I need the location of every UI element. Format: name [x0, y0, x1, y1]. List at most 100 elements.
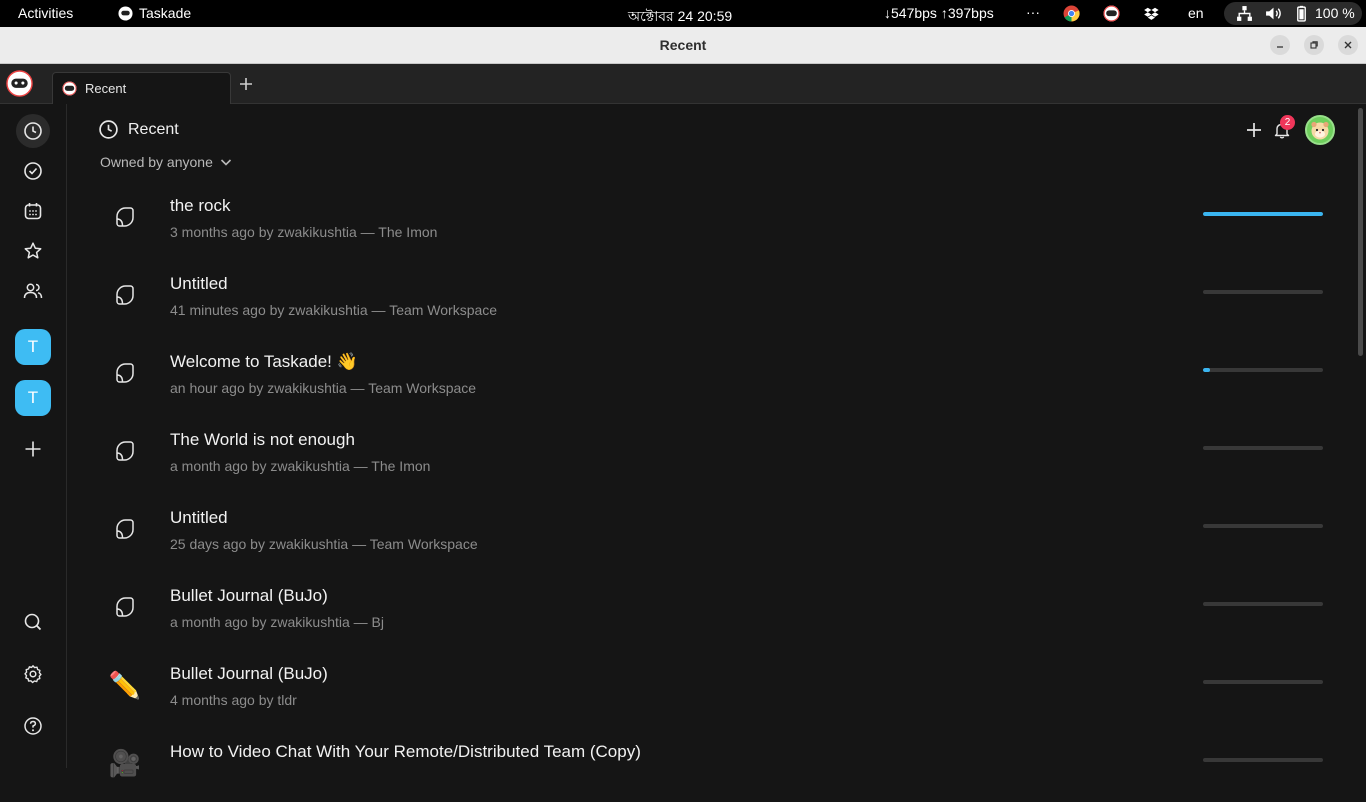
user-avatar[interactable]	[1305, 115, 1335, 145]
clock-icon	[24, 122, 42, 140]
calendar-icon	[24, 203, 42, 220]
tab-strip: Recent	[0, 64, 1366, 104]
list-item[interactable]: Welcome to Taskade! 👋 an hour ago by zwa…	[98, 334, 1338, 412]
list-item[interactable]: Bullet Journal (BuJo) a month ago by zwa…	[98, 568, 1338, 646]
clock-icon	[99, 120, 118, 139]
item-title: the rock	[170, 196, 231, 215]
minimize-button[interactable]	[1270, 35, 1290, 55]
scrollbar-thumb[interactable]	[1358, 108, 1363, 356]
pencil-emoji-icon: ✏️	[108, 669, 142, 700]
item-title: Welcome to Taskade! 👋	[170, 352, 358, 371]
tab-recent[interactable]: Recent	[52, 72, 231, 104]
workspace-button[interactable]: T	[15, 329, 51, 365]
dropbox-tray-icon[interactable]	[1143, 5, 1160, 22]
taskade-tray-icon[interactable]	[1103, 5, 1120, 22]
search-icon	[24, 613, 42, 631]
progress-bar	[1203, 212, 1323, 216]
language-indicator[interactable]: en	[1188, 5, 1204, 21]
taskade-tab-icon	[62, 81, 77, 96]
progress-bar	[1203, 602, 1323, 606]
network-speed[interactable]: ↓547bps ↑397bps	[884, 5, 994, 21]
close-button[interactable]	[1338, 35, 1358, 55]
battery-percent: 100 %	[1315, 5, 1355, 21]
progress-bar	[1203, 290, 1323, 294]
people-icon	[23, 283, 43, 299]
minimize-icon	[1277, 46, 1283, 48]
check-circle-icon	[24, 162, 42, 180]
hamster-avatar-icon	[1311, 121, 1329, 140]
item-meta: a month ago by zwakikushtia — The Imon	[170, 458, 431, 474]
taskade-app-icon	[118, 5, 133, 21]
star-icon	[24, 242, 42, 259]
tab-label: Recent	[85, 81, 127, 96]
recent-items-list: the rock 3 months ago by zwakikushtia — …	[98, 178, 1338, 802]
battery-icon	[1297, 5, 1306, 22]
nav-search[interactable]	[16, 605, 50, 639]
nav-favorites[interactable]	[16, 234, 50, 268]
window-title-bar: Recent	[0, 27, 1366, 64]
item-meta: an hour ago by zwakikushtia — Team Works…	[170, 380, 477, 396]
taskade-logo-icon[interactable]	[6, 70, 33, 97]
item-meta: 4 months ago by tldr	[170, 692, 297, 708]
item-meta: 41 minutes ago by zwakikushtia — Team Wo…	[170, 302, 498, 318]
page-title: Recent	[128, 120, 179, 138]
progress-fill	[1203, 212, 1323, 216]
network-wired-icon	[1237, 6, 1252, 21]
nav-my-tasks[interactable]	[16, 154, 50, 188]
item-title: Untitled	[170, 274, 228, 293]
document-icon	[110, 358, 140, 388]
progress-fill	[1203, 368, 1211, 372]
video-camera-emoji-icon: 🎥	[108, 747, 142, 778]
document-icon	[110, 514, 140, 544]
add-workspace-button[interactable]	[16, 432, 50, 466]
volume-icon	[1266, 7, 1281, 20]
left-nav-rail: T T	[0, 104, 67, 768]
progress-bar	[1203, 446, 1323, 450]
plus-icon	[240, 78, 252, 90]
maximize-button[interactable]	[1304, 35, 1324, 55]
new-tab-button[interactable]	[236, 76, 256, 96]
main-content: Recent Owned by anyone 2 the rock 3 mont…	[68, 104, 1356, 778]
item-title: Bullet Journal (BuJo)	[170, 664, 328, 683]
list-item[interactable]: Untitled 41 minutes ago by zwakikushtia …	[98, 256, 1338, 334]
nav-recent[interactable]	[16, 114, 50, 148]
app-menu-label: Taskade	[139, 5, 192, 21]
notification-count-badge: 2	[1280, 115, 1295, 130]
list-item[interactable]: The World is not enough a month ago by z…	[98, 412, 1338, 490]
nav-settings[interactable]	[16, 657, 50, 691]
system-top-bar: Activities Taskade অক্টোবর 24 20:59 ↓547…	[0, 0, 1366, 27]
item-meta: 25 days ago by zwakikushtia — Team Works…	[170, 536, 478, 552]
item-title: How to Video Chat With Your Remote/Distr…	[170, 742, 641, 761]
list-item[interactable]: 🎥 How to Video Chat With Your Remote/Dis…	[98, 724, 1338, 802]
plus-icon	[1247, 123, 1261, 137]
progress-bar	[1203, 368, 1323, 372]
list-item[interactable]: Untitled 25 days ago by zwakikushtia — T…	[98, 490, 1338, 568]
vertical-scrollbar[interactable]	[1356, 104, 1366, 768]
owner-filter-dropdown[interactable]: Owned by anyone	[100, 154, 233, 170]
progress-bar	[1203, 758, 1323, 762]
document-icon	[110, 280, 140, 310]
create-new-button[interactable]	[1244, 120, 1264, 145]
overflow-indicator[interactable]: ···	[1026, 4, 1040, 20]
item-meta: a month ago by zwakikushtia — Bj	[170, 614, 384, 630]
clock[interactable]: অক্টোবর 24 20:59	[628, 5, 732, 29]
window-title: Recent	[659, 37, 707, 53]
owner-filter-label: Owned by anyone	[100, 154, 213, 170]
item-meta: 3 months ago by zwakikushtia — The Imon	[170, 224, 438, 240]
workspace-button[interactable]: T	[15, 380, 51, 416]
nav-calendar[interactable]	[16, 194, 50, 228]
progress-bar	[1203, 524, 1323, 528]
item-title: Bullet Journal (BuJo)	[170, 586, 328, 605]
chevron-down-icon	[220, 159, 231, 166]
app-menu[interactable]: Taskade	[118, 5, 191, 21]
help-icon	[24, 717, 42, 735]
restore-icon	[1310, 41, 1318, 49]
nav-people[interactable]	[16, 274, 50, 308]
list-item[interactable]: ✏️ Bullet Journal (BuJo) 4 months ago by…	[98, 646, 1338, 724]
document-icon	[110, 436, 140, 466]
item-title: The World is not enough	[170, 430, 355, 449]
nav-help[interactable]	[16, 709, 50, 743]
activities-button[interactable]: Activities	[18, 5, 73, 21]
list-item[interactable]: the rock 3 months ago by zwakikushtia — …	[98, 178, 1338, 256]
chrome-tray-icon[interactable]	[1063, 5, 1080, 22]
